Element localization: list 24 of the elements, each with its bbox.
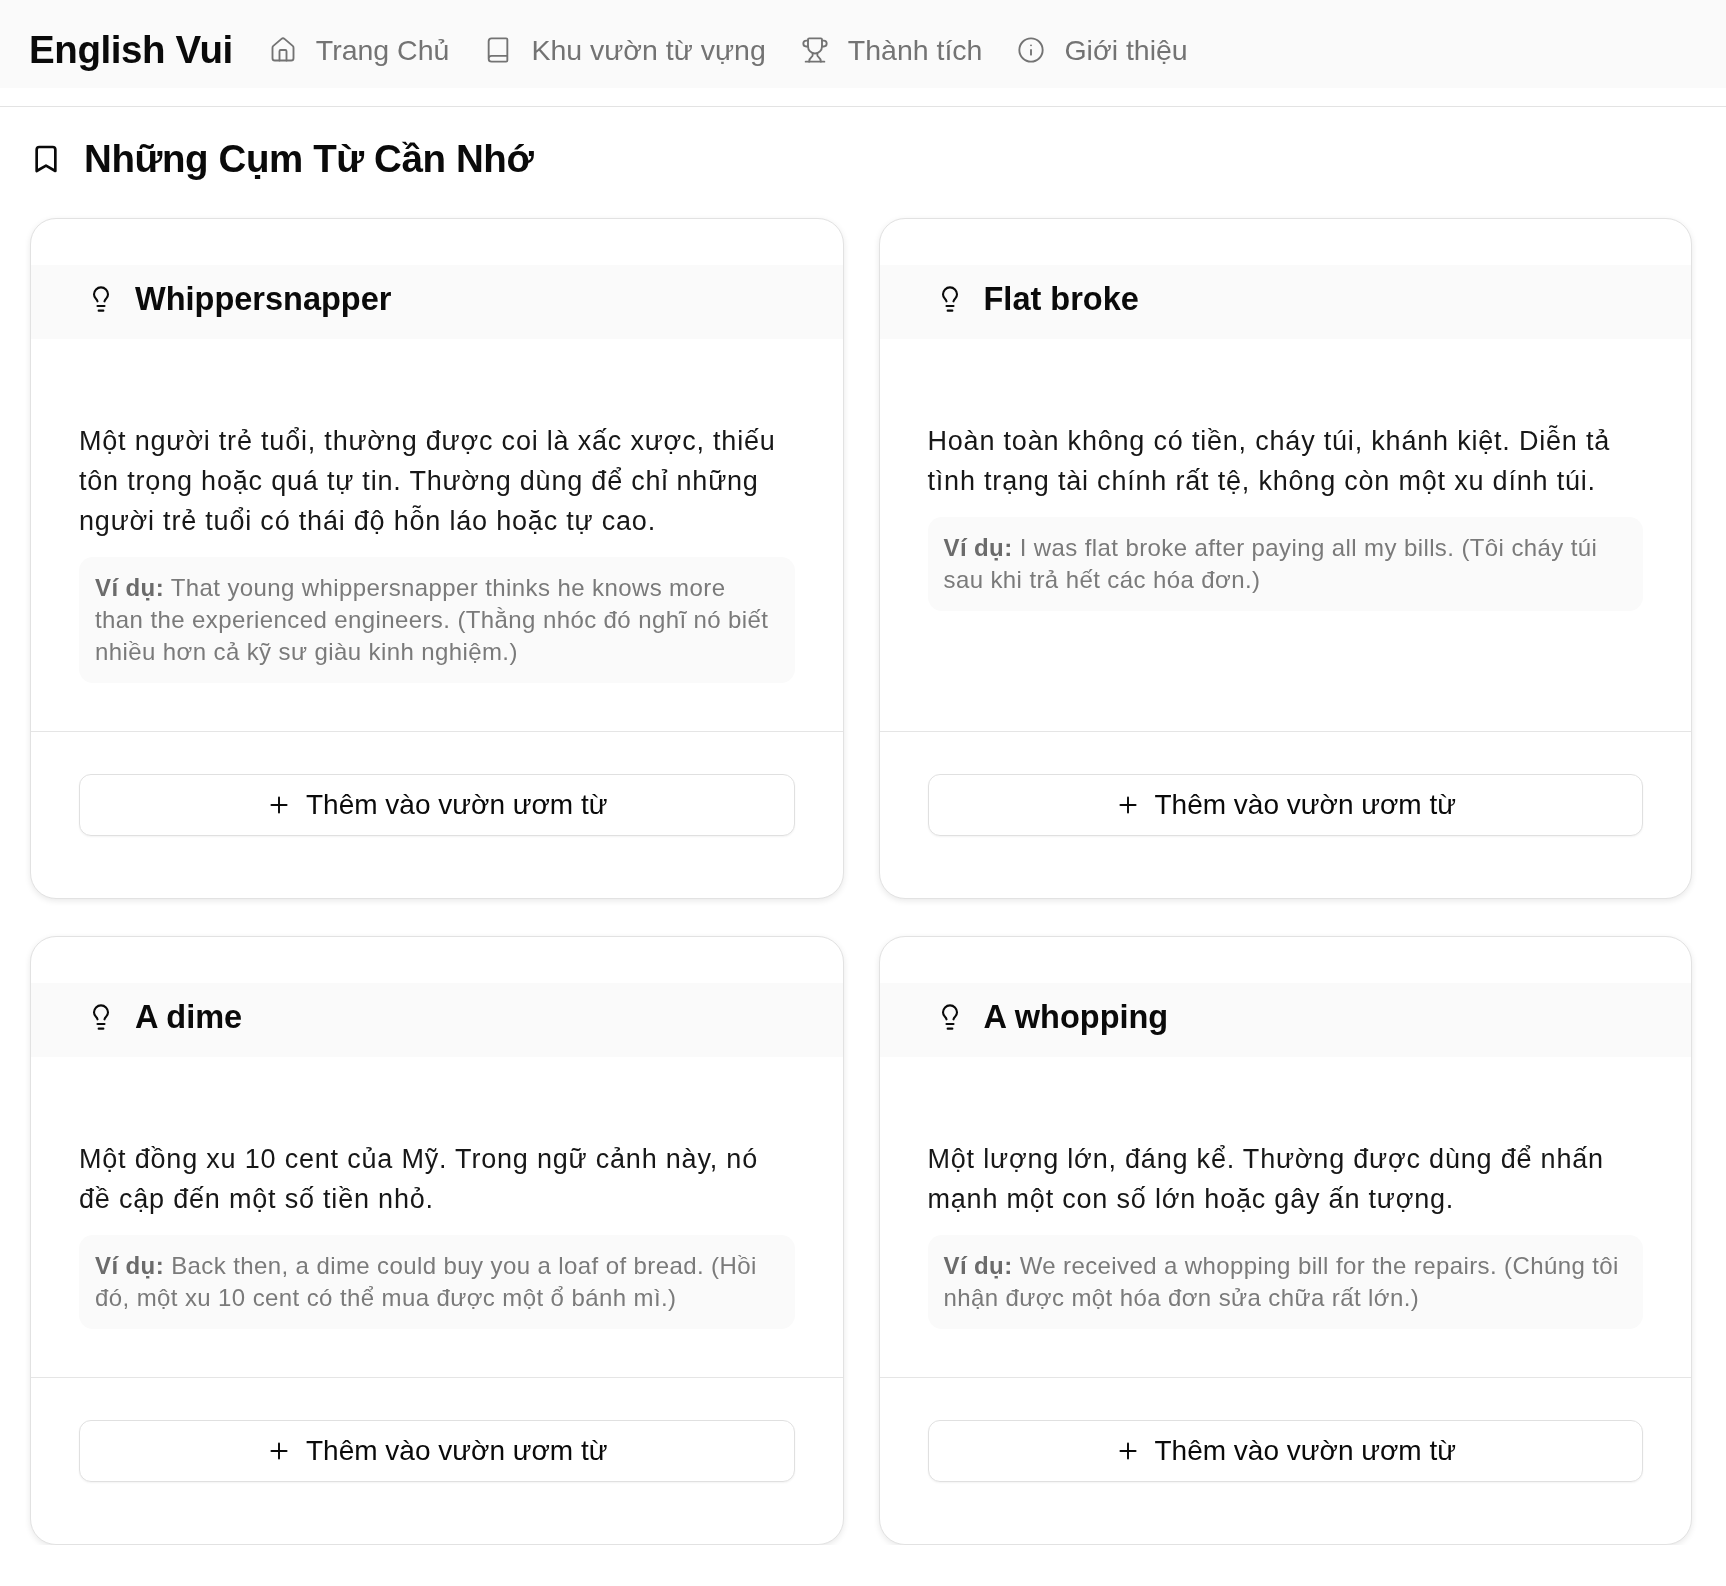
phrase-meaning: Một người trẻ tuổi, thường được coi là xấc xược, thiếu tôn trọng hoặc quá tự tin. Thường dùng để chỉ những người trẻ tuổi có thái độ hỗn láo hoặc tự cao. [79,425,777,538]
phrase-title: A whopping [983,998,1169,1036]
example-sentence: Ví dụ: I was flat broke after paying all my bills. (Tôi cháy túi sau khi trả hết các hóa đơn.) [927,517,1643,611]
example-sentence: Ví dụ: Back then, a dime could buy you a loaf of bread. (Hồi đó, một xu 10 cent có thể mua được một ổ bánh mì.) [79,1235,795,1329]
example-sentence: Ví dụ: That young whippersnapper thinks he knows more than the experienced engineers. (Thằng nhóc đó nghĩ nó biết nhiều hơn cả kỹ sư giàu kinh nghiệm.) [79,557,795,683]
example-sentence: Ví dụ: We received a whopping bill for the repairs. (Chúng tôi nhận được một hóa đơn sửa chữa rất lớn.) [927,1235,1643,1329]
add-to-garden-button[interactable]: Thêm vào vườn ươm từ [79,774,795,836]
trophy-icon [800,36,829,64]
phrase-title: A dime [135,998,243,1036]
brand-logo-text[interactable]: English Vui [29,28,233,72]
phrase-title: Whippersnapper [135,280,392,318]
nav-link[interactable]: Giới thiệu [1017,33,1188,67]
nav-link[interactable]: Trang Chủ [268,33,450,67]
nav-link[interactable]: Khu vườn từ vựng [484,33,766,67]
add-to-garden-button[interactable]: Thêm vào vườn ươm từ [927,1420,1643,1482]
phrase-meaning: Hoàn toàn không có tiền, cháy túi, khánh kiệt. Diễn tả tình trạng tài chính rất tệ, không còn một xu dính túi. [927,424,1612,498]
phrase-title: Flat broke [983,280,1139,318]
add-to-garden-button[interactable]: Thêm vào vườn ươm từ [927,774,1643,836]
add-to-garden-button[interactable]: Thêm vào vườn ươm từ [79,1420,795,1482]
phrase-meaning: Một đồng xu 10 cent của Mỹ. Trong ngữ cảnh này, nó đề cập đến một số tiền nhỏ. [79,1143,759,1216]
nav-link[interactable]: Thành tích [800,33,983,67]
phrase-meaning: Một lượng lớn, đáng kể. Thường được dùng để nhấn mạnh một con số lớn hoặc gây ấn tượng. [927,1143,1605,1216]
info-icon [1017,36,1046,64]
page-title: Những Cụm Từ Cần Nhớ [84,137,534,181]
